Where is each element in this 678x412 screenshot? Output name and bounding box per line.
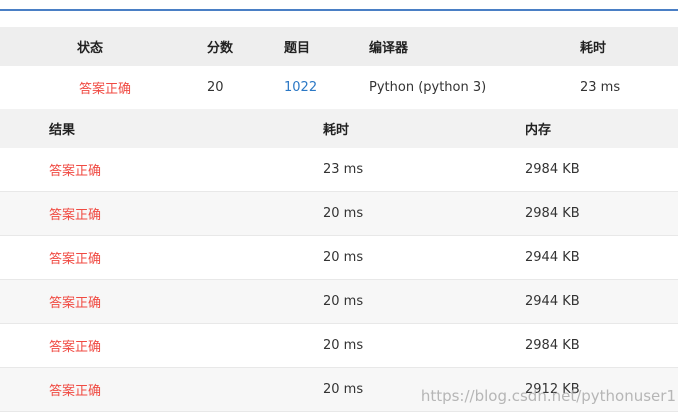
- table-row: 答案正确 20 ms 2944 KB: [0, 280, 678, 324]
- case-time: 20 ms: [323, 382, 364, 397]
- problem-link[interactable]: 1022: [284, 66, 317, 109]
- case-result: 答案正确: [49, 340, 102, 355]
- case-memory: 2944 KB: [525, 294, 580, 309]
- submission-time: 23 ms: [580, 80, 621, 95]
- header-status: 状态: [76, 41, 103, 56]
- case-time: 23 ms: [323, 162, 364, 177]
- case-time: 20 ms: [323, 206, 364, 221]
- submission-status: 答案正确: [78, 82, 131, 97]
- header-time: 耗时: [580, 41, 607, 56]
- case-memory: 2984 KB: [525, 162, 580, 177]
- table-row: 答案正确 23 ms 2984 KB: [0, 148, 678, 192]
- case-time: 20 ms: [323, 338, 364, 353]
- table-row: 答案正确 20 ms 2984 KB: [0, 192, 678, 236]
- summary-table-header: 状态 分数 题目 编译器 耗时: [0, 27, 678, 66]
- table-row: 答案正确 20 ms 2944 KB: [0, 236, 678, 280]
- header-memory: 内存: [525, 123, 552, 138]
- submission-score: 20: [207, 80, 224, 95]
- case-time: 20 ms: [323, 294, 364, 309]
- header-score: 分数: [206, 41, 233, 56]
- header-detail-time: 耗时: [323, 123, 350, 138]
- header-problem: 题目: [284, 41, 311, 56]
- top-accent-line: [0, 9, 678, 11]
- case-result: 答案正确: [49, 164, 102, 179]
- case-time: 20 ms: [323, 250, 364, 265]
- header-compiler: 编译器: [369, 41, 409, 56]
- case-result: 答案正确: [49, 384, 102, 399]
- case-result: 答案正确: [49, 252, 102, 267]
- case-memory: 2912 KB: [525, 382, 580, 397]
- header-result: 结果: [49, 123, 76, 138]
- case-memory: 2984 KB: [525, 338, 580, 353]
- case-memory: 2984 KB: [525, 206, 580, 221]
- case-result: 答案正确: [49, 296, 102, 311]
- table-row: 答案正确 20 ms 2912 KB: [0, 368, 678, 412]
- detail-table-body: 答案正确 23 ms 2984 KB 答案正确 20 ms 2984 KB 答案…: [0, 148, 678, 412]
- table-row: 答案正确 20 ms 2984 KB: [0, 324, 678, 368]
- case-memory: 2944 KB: [525, 250, 580, 265]
- submission-compiler: Python (python 3): [369, 80, 487, 95]
- detail-table-header: 结果 耗时 内存: [0, 109, 678, 148]
- summary-table-row: 答案正确 20 1022 Python (python 3) 23 ms: [0, 66, 678, 110]
- case-result: 答案正确: [49, 208, 102, 223]
